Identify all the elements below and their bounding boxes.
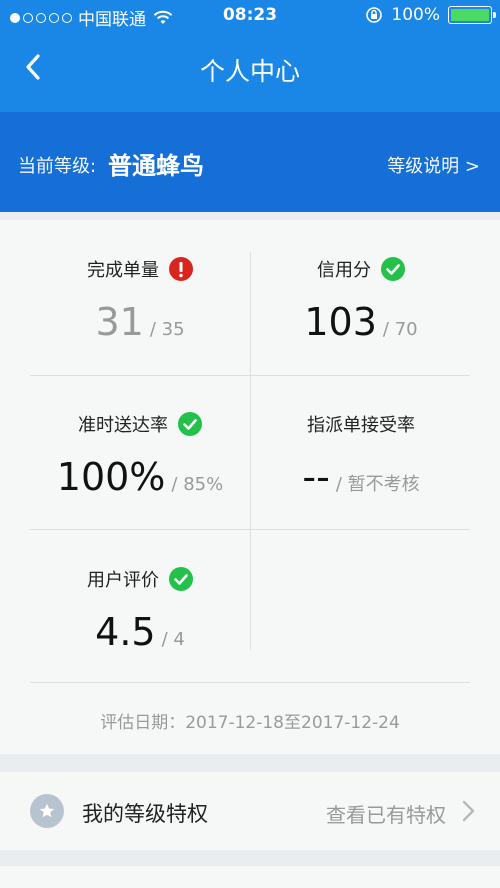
status-right: 100% (365, 5, 496, 25)
stat-label: 准时送达率 (78, 415, 168, 436)
stat-credit-score: 信用分 103 / 70 (251, 220, 471, 373)
page-title: 个人中心 (199, 57, 300, 86)
grid-divider (30, 682, 470, 683)
chevron-right-icon (462, 800, 475, 822)
stat-value: -- (302, 455, 330, 499)
status-bar: 中国联通 08:23 100% (0, 0, 500, 32)
level-explain-link[interactable]: 等级说明 > (387, 152, 480, 178)
stat-label: 信用分 (317, 260, 371, 281)
stat-label: 指派单接受率 (307, 415, 415, 436)
stat-value: 100% (56, 455, 166, 499)
stat-label: 用户评价 (87, 570, 159, 591)
battery-percent: 100% (391, 5, 440, 25)
check-icon (169, 567, 193, 591)
star-icon (30, 794, 64, 828)
battery-icon (448, 6, 496, 24)
next-section-strip (0, 866, 500, 888)
stat-target: / 35 (149, 319, 185, 340)
stat-target: / 70 (382, 319, 418, 340)
privilege-row[interactable]: 我的等级特权 查看已有特权 (0, 772, 500, 850)
stat-completed-orders: 完成单量 31 / 35 (30, 220, 250, 373)
check-icon (178, 412, 202, 436)
warning-icon (169, 257, 193, 281)
stat-ontime-rate: 准时送达率 100% / 85% (30, 375, 250, 528)
stat-user-rating: 用户评价 4.5 / 4 (30, 530, 250, 683)
stat-assign-acceptance: 指派单接受率 -- / 暂不考核 (251, 375, 471, 528)
privilege-title: 我的等级特权 (82, 802, 208, 826)
check-icon (381, 257, 405, 281)
stat-value: 103 (304, 300, 377, 344)
stat-target: / 85% (171, 474, 224, 495)
level-value: 普通蜂鸟 (108, 152, 204, 180)
stat-value: 31 (95, 300, 144, 344)
stat-value: 4.5 (95, 610, 156, 654)
view-privileges-link[interactable]: 查看已有特权 (326, 799, 446, 828)
evaluation-date: 评估日期：2017-12-18至2017-12-24 (100, 713, 400, 733)
stat-target: / 暂不考核 (335, 474, 420, 495)
orientation-lock-icon (366, 7, 383, 23)
stat-target: / 4 (161, 629, 185, 650)
stats-card: 完成单量 31 / 35 信用分 103 / 70 准时送达率 100% / 8… (0, 220, 500, 754)
level-banner: 当前等级: 普通蜂鸟 等级说明 > (0, 112, 500, 212)
stat-label: 完成单量 (87, 260, 159, 281)
level-label: 当前等级: (18, 156, 97, 177)
grid-divider (250, 252, 251, 650)
nav-bar: 个人中心 (0, 32, 500, 112)
